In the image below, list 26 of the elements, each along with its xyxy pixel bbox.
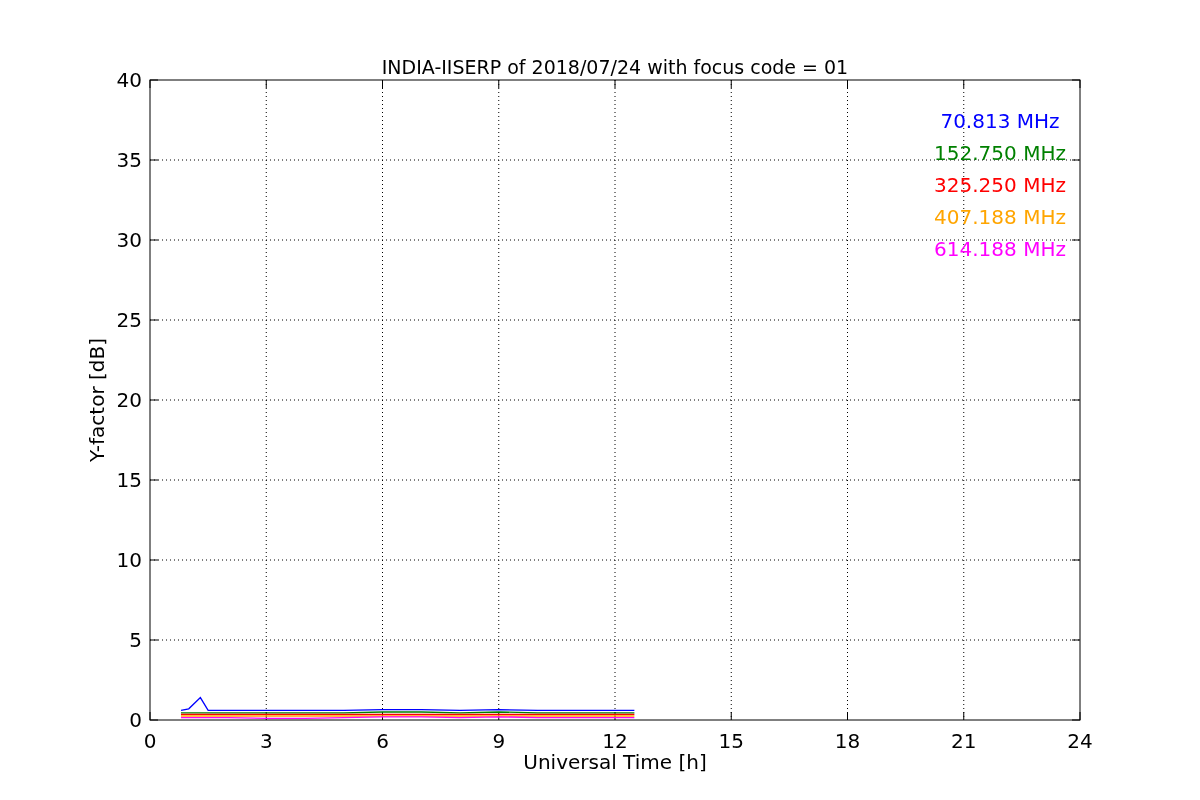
- y-tick-label: 15: [116, 468, 142, 492]
- x-tick-label: 0: [143, 729, 157, 753]
- legend-label: 407.188 MHz: [934, 205, 1066, 229]
- y-axis-label: Y-factor [dB]: [85, 338, 109, 462]
- x-axis-label: Universal Time [h]: [523, 750, 707, 774]
- y-tick-label: 30: [116, 228, 142, 252]
- y-tick-label: 20: [116, 388, 142, 412]
- y-tick-label: 5: [129, 628, 142, 652]
- y-tick-label: 10: [116, 548, 142, 572]
- x-tick-label: 3: [259, 729, 273, 753]
- legend-label: 325.250 MHz: [934, 173, 1066, 197]
- x-tick-label: 6: [376, 729, 389, 753]
- x-tick-label: 24: [1067, 729, 1093, 753]
- y-tick-label: 35: [116, 148, 142, 172]
- x-tick-label: 12: [602, 729, 628, 753]
- x-tick-label: 21: [951, 729, 977, 753]
- x-tick-label: 18: [834, 729, 861, 753]
- y-tick-label: 0: [129, 708, 142, 732]
- legend-label: 70.813 MHz: [940, 109, 1060, 133]
- x-tick-label: 9: [492, 729, 506, 753]
- legend-label: 152.750 MHz: [934, 141, 1066, 165]
- y-tick-label: 40: [116, 68, 142, 92]
- x-tick-label: 15: [718, 729, 744, 753]
- chart-title: INDIA-IISERP of 2018/07/24 with focus code = 01: [381, 56, 849, 78]
- legend-label: 614.188 MHz: [934, 237, 1066, 261]
- y-tick-label: 25: [116, 308, 142, 332]
